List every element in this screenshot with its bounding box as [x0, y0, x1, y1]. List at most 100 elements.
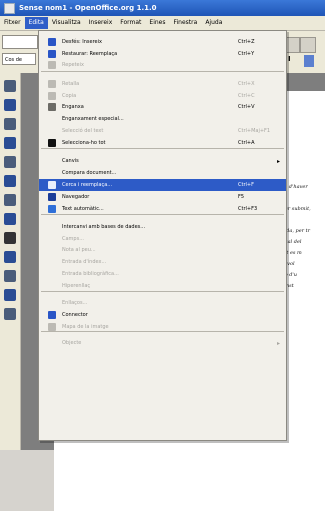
toolbar-icon[interactable] [4, 213, 16, 225]
menu-insereix[interactable]: Insereix [85, 17, 117, 29]
menu-item-24: Objecte ▸ [39, 337, 286, 349]
menu-item-shortcut: F5 [238, 194, 245, 200]
select-all-icon [48, 139, 56, 147]
menu-item-spacer [48, 115, 56, 123]
menu-item-label: Repeteix [62, 62, 84, 68]
edit-menu: Desfés: Insereix Ctrl+Z Restaurar: Reempla… [38, 30, 287, 441]
menu-item-6[interactable]: Enganxa Ctrl+V [39, 101, 286, 113]
menu-edita[interactable]: Edita [24, 17, 48, 29]
menu-item-shortcut: Ctrl+F3 [238, 206, 258, 212]
title-bar: Sense nom1 - OpenOffice.org 1.1.0 [0, 0, 325, 16]
menu-item-label: Text automàtic... [62, 206, 104, 212]
toolbar-icon[interactable] [4, 251, 16, 263]
menu-separator [41, 71, 284, 72]
menu-item-spacer [48, 258, 56, 266]
menu-item-spacer [48, 270, 56, 278]
menu-item-1[interactable]: Desfés: Insereix Ctrl+Z [39, 36, 286, 48]
menu-separator [41, 291, 284, 292]
menu-item-spacer [48, 223, 56, 231]
menu-item-label: Navegador [62, 194, 90, 200]
align-icon[interactable] [304, 55, 314, 67]
paragraph-style-box[interactable]: Cos de [2, 53, 36, 65]
menu-visualitza[interactable]: Visualitza [48, 17, 85, 29]
menu-item-18: Entrada d'índex... [39, 256, 286, 268]
menu-item-spacer [48, 246, 56, 254]
menu-item-shortcut: Ctrl+Z [238, 39, 255, 45]
menu-item-label: Objecte [62, 340, 82, 346]
toolbar-icon[interactable] [4, 99, 16, 111]
menu-item-17: Nota al peu... [39, 244, 286, 256]
toolbar-icon[interactable] [4, 289, 16, 301]
navigator-icon [48, 193, 56, 201]
menu-item-label: Retalla [62, 81, 80, 87]
binoculars-icon [48, 181, 56, 189]
menu-item-12[interactable]: Cerca i reemplaça... Ctrl+F [39, 179, 286, 191]
menu-item-10[interactable]: Canvis ▸ [39, 155, 286, 167]
menu-separator [41, 148, 284, 149]
menu-item-spacer [48, 235, 56, 243]
menu-item-spacer [48, 339, 56, 347]
menu-item-shortcut: Ctrl+Y [238, 51, 255, 57]
menu-item-22[interactable]: Connector [39, 309, 286, 321]
menu-item-label: Intercanvi amb bases de dades... [62, 224, 146, 230]
menu-item-shortcut: Ctrl+A [238, 140, 255, 146]
menu-item-spacer [48, 157, 56, 165]
submenu-arrow-icon: ▸ [276, 157, 280, 165]
menu-item-label: Entrada d'índex... [62, 259, 107, 265]
menu-item-13[interactable]: Navegador F5 [39, 191, 286, 203]
menu-item-label: Entrada bibliogràfica... [62, 271, 119, 277]
toolbar-icon[interactable] [4, 175, 16, 187]
menu-item-shortcut: Ctrl+F [238, 182, 254, 188]
menu-item-label: Enllaços... [62, 300, 88, 306]
menu-separator [41, 331, 284, 332]
menu-eines[interactable]: Eines [145, 17, 169, 29]
menu-fitxer[interactable]: Fitxer [0, 17, 25, 29]
menu-item-label: Hiperenllaç [62, 283, 91, 289]
toolbar-icon[interactable] [4, 80, 16, 92]
menu-ajuda[interactable]: Ajuda [201, 17, 226, 29]
menu-item-spacer [48, 299, 56, 307]
menu-item-label: Enganxament especial... [62, 116, 124, 122]
app-icon [4, 2, 15, 14]
menu-item-spacer [48, 127, 56, 135]
italic-icon[interactable]: I [288, 55, 298, 67]
toolbar-icon[interactable] [4, 270, 16, 282]
menu-item-label: Cerca i reemplaça... [62, 182, 113, 188]
menu-separator [41, 214, 284, 215]
menu-item-label: Restaurar: Reemplaça [62, 51, 118, 57]
plugin-icon [48, 311, 56, 319]
menu-item-4: Retalla Ctrl+X [39, 78, 286, 90]
submenu-arrow-icon: ▸ [276, 339, 280, 347]
menu-item-label: Mapa de la imatge [62, 324, 109, 330]
menu-item-15[interactable]: Intercanvi amb bases de dades... [39, 221, 286, 233]
redo-icon [48, 50, 56, 58]
binoculars-icon[interactable] [4, 232, 16, 244]
menu-item-label: Camps... [62, 236, 84, 242]
toolbar-icon[interactable] [4, 156, 16, 168]
toolbar-icon[interactable] [4, 194, 16, 206]
window-title: Sense nom1 - OpenOffice.org 1.1.0 [19, 4, 157, 12]
toolbar-button[interactable] [300, 37, 316, 53]
autotext-icon [48, 205, 56, 213]
menu-item-shortcut: Ctrl+C [238, 93, 255, 99]
image-map-icon [48, 323, 56, 331]
url-field[interactable] [2, 35, 38, 49]
menu-item-11[interactable]: Compara document... [39, 167, 286, 179]
toolbar-icon[interactable] [4, 308, 16, 320]
toolbar-icon[interactable] [4, 118, 16, 130]
menu-item-shortcut: Ctrl+X [238, 81, 255, 87]
menu-item-spacer [48, 169, 56, 177]
menu-format[interactable]: Format [116, 17, 145, 29]
left-toolbar [0, 73, 21, 450]
menu-item-7[interactable]: Enganxament especial... [39, 113, 286, 125]
menu-item-shortcut: Ctrl+Maj+F1 [238, 128, 271, 134]
undo-icon [48, 38, 56, 46]
menu-item-label: Selecciona-ho tot [62, 140, 106, 146]
menu-item-label: Copia [62, 93, 77, 99]
menu-item-21: Enllaços... [39, 297, 286, 309]
menu-item-label: Connector [62, 312, 88, 318]
menu-finestra[interactable]: Finestra [170, 17, 202, 29]
repeat-icon [48, 61, 56, 69]
menu-item-label: Nota al peu... [62, 247, 96, 253]
toolbar-icon[interactable] [4, 137, 16, 149]
